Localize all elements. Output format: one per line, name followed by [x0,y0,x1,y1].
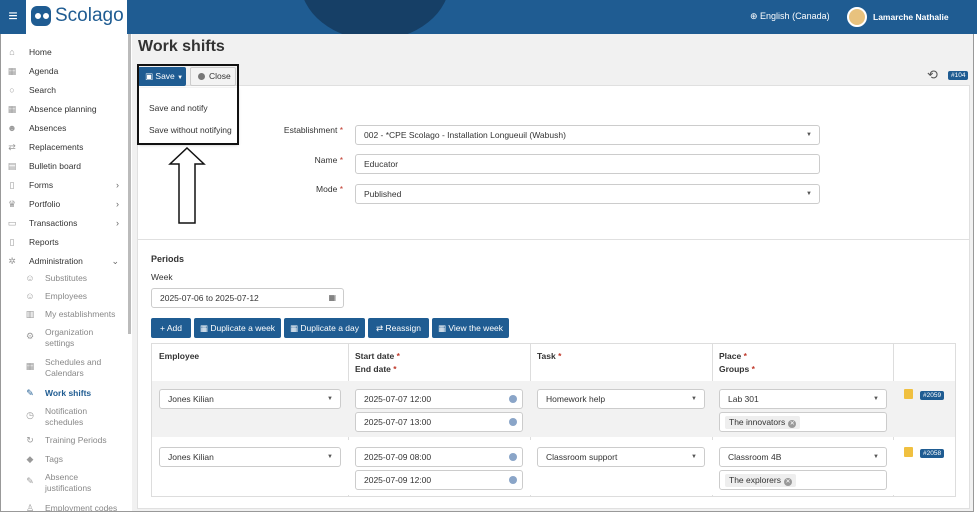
annotation-highlight-box [137,64,239,145]
establishment-select[interactable]: 002 - *CPE Scolago - Installation Longue… [355,125,820,145]
brand-area: ≡ Scolago [0,0,127,34]
add-button[interactable]: + Add [151,318,191,338]
groups-select[interactable]: The innovators ✕ [719,412,887,432]
chevron-down-icon: ▼ [327,396,333,402]
clock-icon [509,395,517,403]
place-select[interactable]: Classroom 4B ▼ [719,447,887,467]
end-date-header: End date * [355,364,397,374]
duplicate-week-button[interactable]: ▦ Duplicate a week [194,318,281,338]
establishment-label: Establishment * [283,125,343,135]
name-label: Name * [314,155,343,165]
chevron-down-icon: ▼ [691,396,697,402]
establishment-value: 002 - *CPE Scolago - Installation Longue… [364,130,566,140]
week-picker[interactable]: 2025-07-06 to 2025-07-12 ▦ [151,288,344,308]
employee-select[interactable]: Jones Kilian ▼ [159,447,341,467]
view-week-button[interactable]: ▦ View the week [432,318,509,338]
chevron-down-icon: ▼ [873,396,879,402]
row-id-badge: #2058 [920,449,945,458]
employee-select[interactable]: Jones Kilian ▼ [159,389,341,409]
groups-select[interactable]: The explorers ✕ [719,470,887,490]
clock-icon [509,418,517,426]
task-select[interactable]: Homework help ▼ [537,389,705,409]
mode-value: Published [364,189,402,199]
employee-header: Employee [159,351,200,361]
chevron-down-icon: ▼ [691,454,697,460]
clock-icon [509,453,517,461]
place-header: Place * [719,351,747,361]
week-value: 2025-07-06 to 2025-07-12 [160,293,259,303]
swap-icon: ⇄ [376,323,386,333]
task-select[interactable]: Classroom support ▼ [537,447,705,467]
calendar-icon: ▦ [290,323,301,333]
clock-icon [509,476,517,484]
groups-header: Groups * [719,364,755,374]
chevron-down-icon: ▼ [327,454,333,460]
trash-icon[interactable] [904,389,913,399]
row-id-badge: #2059 [920,391,945,400]
end-date-input[interactable]: 2025-07-07 13:00 [355,412,523,432]
top-bar: ≡ Scolago ⊕ English (Canada) Lamarche Na… [0,0,977,34]
calendar-icon: ▦ [199,323,211,333]
end-date-input[interactable]: 2025-07-09 12:00 [355,470,523,490]
plus-icon: + [160,323,167,333]
week-label: Week [151,272,173,282]
remove-tag-icon[interactable]: ✕ [788,420,797,428]
annotation-arrow-icon [168,147,206,224]
group-tag: The explorers ✕ [725,474,796,487]
remove-tag-icon[interactable]: ✕ [783,478,792,486]
user-name[interactable]: Lamarche Nathalie [873,12,949,22]
language-selector[interactable]: ⊕ English (Canada) [750,11,830,22]
header-decoration [300,0,450,34]
logo-text: Scolago [55,5,124,26]
start-date-header: Start date * [355,351,400,361]
calendar-icon: ▦ [437,323,449,333]
chevron-down-icon: ▼ [806,132,812,138]
trash-icon[interactable] [904,447,913,457]
avatar[interactable] [847,7,867,27]
place-select[interactable]: Lab 301 ▼ [719,389,887,409]
globe-icon: ⊕ [750,11,761,21]
chevron-down-icon: ▼ [806,191,812,197]
logo[interactable]: Scolago [31,5,124,27]
start-date-input[interactable]: 2025-07-07 12:00 [355,389,523,409]
mode-label: Mode * [316,184,343,194]
calendar-icon: ▦ [328,293,336,302]
group-tag: The innovators ✕ [725,416,801,429]
mode-select[interactable]: Published ▼ [355,184,820,204]
periods-title: Periods [151,254,185,264]
task-header: Task * [537,351,562,361]
chevron-down-icon: ▼ [873,454,879,460]
owl-logo-icon [31,6,51,26]
reassign-button[interactable]: ⇄ Reassign [368,318,429,338]
language-label: English (Canada) [760,11,830,21]
menu-toggle-icon[interactable]: ≡ [0,0,26,34]
duplicate-day-button[interactable]: ▦ Duplicate a day [284,318,365,338]
name-input[interactable]: Educator [355,154,820,174]
start-date-input[interactable]: 2025-07-09 08:00 [355,447,523,467]
